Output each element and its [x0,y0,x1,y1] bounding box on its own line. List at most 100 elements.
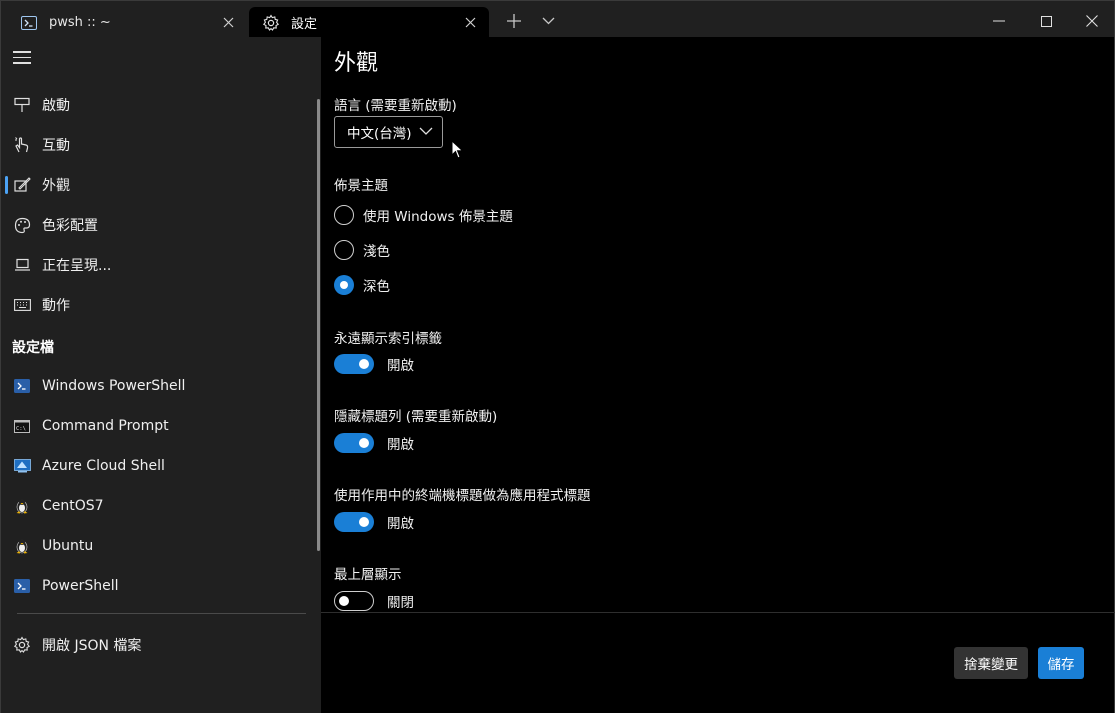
always-on-top-toggle-row[interactable]: 關閉 [334,590,414,612]
close-window-button[interactable] [1074,5,1110,37]
theme-option-windows[interactable]: 使用 Windows 佈景主題 [334,204,513,226]
radio-button[interactable] [334,205,354,225]
sidebar-item-label: 色彩配置 [42,218,98,234]
toggle-state: 開啟 [387,437,414,453]
sidebar-item-label: PowerShell [42,578,119,594]
startup-icon [13,96,31,114]
maximize-icon [1040,15,1052,27]
sidebar-item-command-prompt[interactable]: C:\ Command Prompt [1,406,319,446]
toggle-switch[interactable] [334,591,374,611]
theme-label: 佈景主題 [334,178,388,194]
theme-option-dark[interactable]: 深色 [334,274,390,296]
appearance-icon [13,176,31,194]
sidebar-item-azure-cloud-shell[interactable]: Azure Cloud Shell [1,446,319,486]
toggle-state: 關閉 [387,595,414,611]
gear-icon [261,13,281,33]
sidebar-item-ubuntu[interactable]: Ubuntu [1,526,319,566]
toggle-switch[interactable] [334,354,374,374]
sidebar-item-centos7[interactable]: CentOS7 [1,486,319,526]
powershell-icon [13,377,31,395]
toggle-state: 開啟 [387,516,414,532]
interaction-icon [13,136,31,154]
sidebar-item-appearance[interactable]: 外觀 [1,165,319,205]
radio-label: 使用 Windows 佈景主題 [363,209,513,225]
cmd-icon: C:\ [13,417,31,435]
sidebar-item-label: 啟動 [42,98,70,114]
profiles-header: 設定檔 [12,340,54,356]
mouse-cursor-icon [451,140,464,159]
palette-icon [13,216,31,234]
settings-content: 外觀 語言 (需要重新啟動) 中文(台灣) 佈景主題 使用 Windows 佈景… [321,37,1115,713]
new-tab-button[interactable] [499,5,529,37]
sidebar-item-windows-powershell[interactable]: Windows PowerShell [1,366,319,406]
hide-title-bar-label: 隱藏標題列 (需要重新啟動) [334,409,498,425]
sidebar: 啟動 互動 外觀 色彩配置 正在呈現... 動作 設定檔 Windows Pow… [0,37,321,713]
toggle-switch[interactable] [334,512,374,532]
rendering-icon [13,256,31,274]
language-dropdown[interactable]: 中文(台灣) [334,116,443,148]
sidebar-item-label: CentOS7 [42,498,104,514]
close-icon [1086,15,1098,27]
tab-settings[interactable]: 設定 [249,7,489,38]
theme-option-light[interactable]: 淺色 [334,239,390,261]
azure-icon [13,457,31,475]
svg-text:C:\: C:\ [16,426,26,432]
sidebar-item-rendering[interactable]: 正在呈現... [1,245,319,285]
always-on-top-label: 最上層顯示 [334,567,402,583]
radio-label: 淺色 [363,244,390,260]
always-show-tabs-toggle-row[interactable]: 開啟 [334,353,414,375]
close-icon[interactable] [213,8,243,38]
sidebar-item-interaction[interactable]: 互動 [1,125,319,165]
sidebar-divider [17,613,306,614]
save-button[interactable]: 儲存 [1038,647,1084,679]
chevron-down-icon [542,17,554,25]
radio-label: 深色 [363,279,390,295]
radio-button[interactable] [334,240,354,260]
use-terminal-title-toggle-row[interactable]: 開啟 [334,511,414,533]
sidebar-item-label: 互動 [42,138,70,154]
sidebar-scrollbar[interactable] [317,99,320,551]
tab-title: 設定 [291,17,318,32]
sidebar-item-label: Windows PowerShell [42,378,186,394]
open-json-file-button[interactable]: 開啟 JSON 檔案 [1,625,319,665]
minimize-icon [993,20,1005,22]
radio-button[interactable] [334,275,354,295]
close-icon[interactable] [455,8,485,38]
sidebar-item-color-schemes[interactable]: 色彩配置 [1,205,319,245]
hamburger-menu-icon[interactable] [13,51,31,65]
keyboard-icon [13,296,31,314]
powershell-icon [19,13,39,33]
toggle-state: 開啟 [387,358,414,374]
powershell-icon [13,577,31,595]
maximize-button[interactable] [1028,5,1064,37]
page-title: 外觀 [334,51,379,76]
sidebar-item-label: 外觀 [42,178,70,194]
toggle-switch[interactable] [334,433,374,453]
sidebar-item-label: 動作 [42,298,70,314]
footer-divider [321,612,1115,613]
linux-icon [13,497,31,515]
discard-changes-button[interactable]: 捨棄變更 [954,647,1028,679]
sidebar-item-powershell[interactable]: PowerShell [1,566,319,606]
use-terminal-title-label: 使用作用中的終端機標題做為應用程式標題 [334,488,591,504]
chevron-down-icon [419,127,433,135]
hide-title-bar-toggle-row[interactable]: 開啟 [334,432,414,454]
linux-icon [13,537,31,555]
tab-title: pwsh :: ~ [49,15,111,30]
sidebar-item-startup[interactable]: 啟動 [1,85,319,125]
plus-icon [507,14,521,28]
open-json-label: 開啟 JSON 檔案 [42,638,142,654]
tab-pwsh[interactable]: pwsh :: ~ [7,7,247,38]
sidebar-item-label: Azure Cloud Shell [42,458,165,474]
minimize-button[interactable] [981,5,1017,37]
sidebar-item-label: 正在呈現... [42,258,112,274]
always-show-tabs-label: 永遠顯示索引標籤 [334,331,442,347]
sidebar-item-actions[interactable]: 動作 [1,285,319,325]
sidebar-item-label: Ubuntu [42,538,94,554]
language-label: 語言 (需要重新啟動) [334,98,457,114]
title-bar: pwsh :: ~ 設定 [0,0,1115,38]
sidebar-item-label: Command Prompt [42,418,169,434]
gear-icon [13,636,31,654]
language-value: 中文(台灣) [347,126,412,142]
tab-dropdown-button[interactable] [534,5,562,37]
